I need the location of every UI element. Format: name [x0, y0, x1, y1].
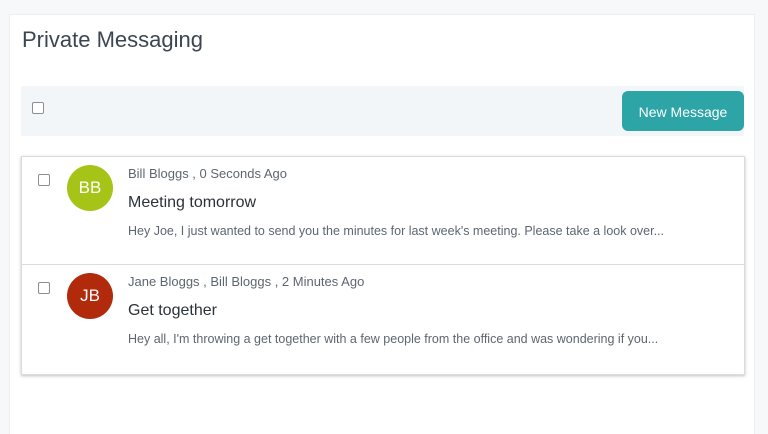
- message-toolbar: New Message: [21, 86, 744, 136]
- message-checkbox[interactable]: [38, 174, 50, 186]
- new-message-button[interactable]: New Message: [622, 91, 744, 131]
- select-all-checkbox[interactable]: [32, 102, 44, 114]
- message-preview: Hey all, I'm throwing a get together wit…: [128, 332, 659, 346]
- message-meta: Jane Bloggs , Bill Bloggs , 2 Minutes Ag…: [128, 274, 365, 289]
- messaging-panel: Private Messaging New Message BB Bill Bl…: [9, 14, 755, 434]
- avatar: BB: [67, 165, 113, 211]
- message-list: BB Bill Bloggs , 0 Seconds Ago Meeting t…: [21, 156, 745, 375]
- avatar: JB: [67, 273, 113, 319]
- page-title: Private Messaging: [22, 27, 203, 52]
- message-item[interactable]: BB Bill Bloggs , 0 Seconds Ago Meeting t…: [22, 157, 744, 265]
- message-item[interactable]: JB Jane Bloggs , Bill Bloggs , 2 Minutes…: [22, 265, 744, 374]
- message-meta: Bill Bloggs , 0 Seconds Ago: [128, 166, 287, 181]
- message-preview: Hey Joe, I just wanted to send you the m…: [128, 224, 665, 238]
- message-checkbox[interactable]: [38, 282, 50, 294]
- message-subject: Get together: [128, 302, 217, 319]
- message-subject: Meeting tomorrow: [128, 194, 257, 211]
